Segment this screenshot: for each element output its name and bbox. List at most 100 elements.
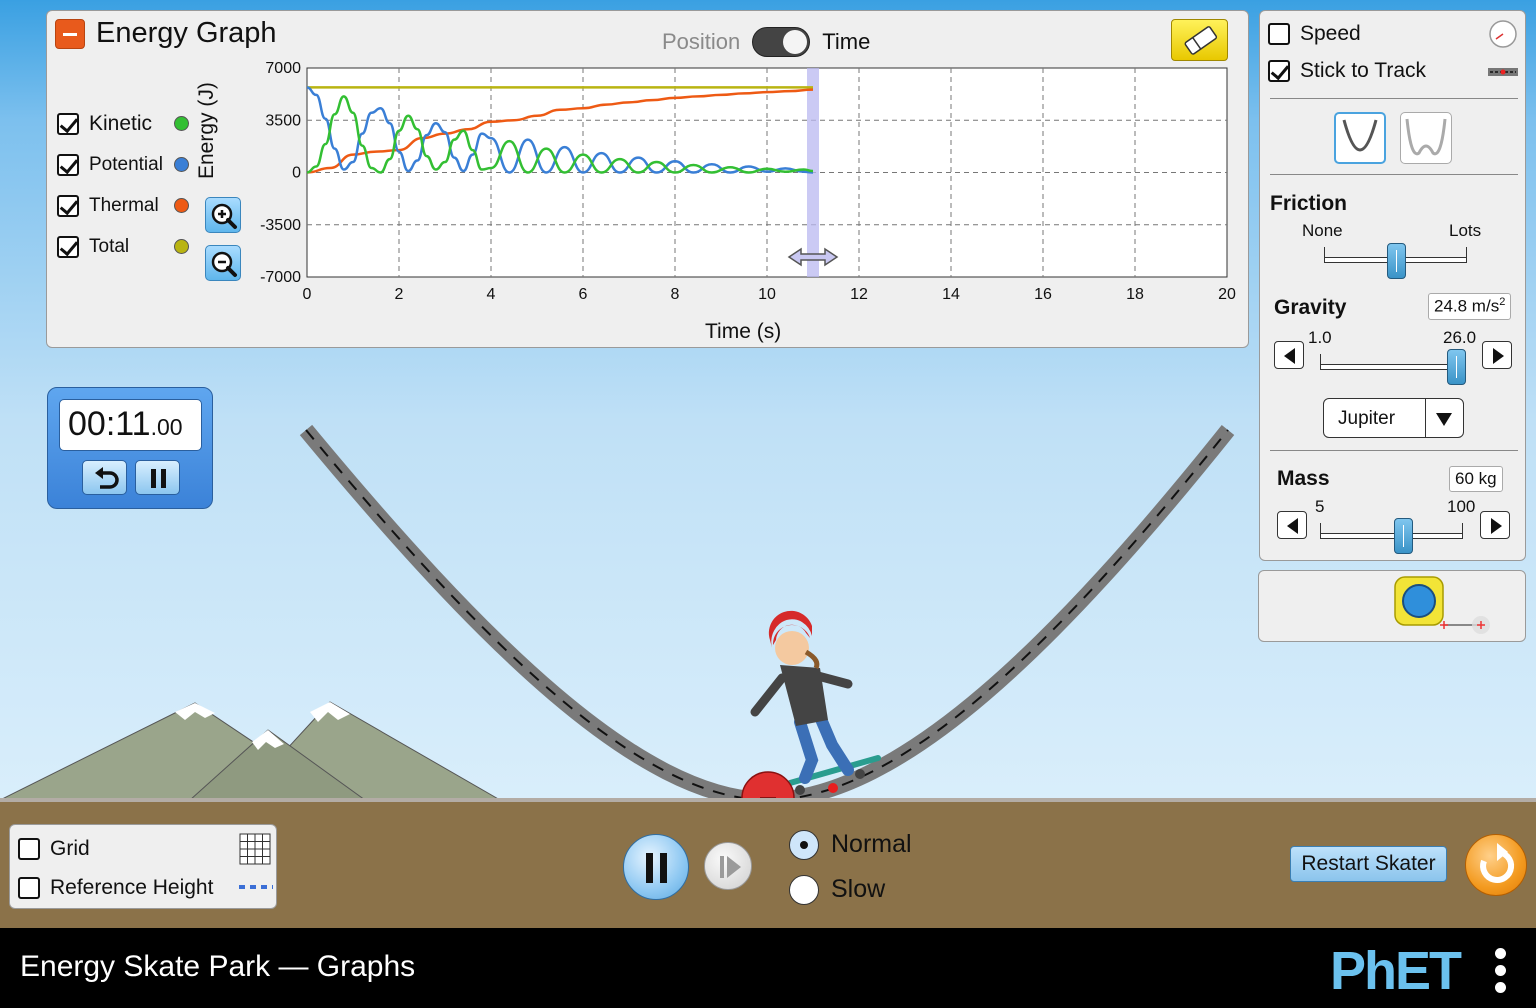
x-tick-label: 12 <box>850 286 868 303</box>
slider-tick <box>1320 523 1321 537</box>
mass-decrease-button[interactable] <box>1277 511 1307 539</box>
collapse-graph-button[interactable] <box>55 19 85 49</box>
potential-checkbox[interactable] <box>57 153 79 176</box>
step-forward-button[interactable] <box>704 842 752 890</box>
mass-slider-track[interactable] <box>1320 533 1463 539</box>
measuring-tape-icon[interactable] <box>1389 573 1499 643</box>
clear-graph-button[interactable] <box>1171 19 1228 61</box>
menu-dot <box>1495 965 1506 976</box>
gravity-slider-track[interactable] <box>1320 364 1463 370</box>
slider-tick <box>1324 247 1325 261</box>
y-tick-label: -3500 <box>260 217 301 234</box>
reference-height-option[interactable]: Reference Height <box>18 876 213 900</box>
legend-item-kinetic[interactable]: Kinetic <box>57 103 189 144</box>
speed-slow-label: Slow <box>831 875 886 903</box>
speed-option[interactable]: Speed <box>1268 22 1361 46</box>
gravity-title: Gravity <box>1274 296 1347 319</box>
speedometer-icon <box>1489 20 1517 48</box>
planet-combo-box[interactable]: Jupiter <box>1323 398 1464 438</box>
dashed-line-icon <box>239 885 273 889</box>
grid-icon <box>239 833 271 865</box>
legend-label-total: Total <box>89 235 130 257</box>
thermal-checkbox[interactable] <box>57 194 79 217</box>
chevron-down-icon <box>1436 413 1452 426</box>
x-tick-label: 14 <box>942 286 960 303</box>
grid-option[interactable]: Grid <box>18 837 90 861</box>
parabola-track-button[interactable] <box>1334 112 1386 164</box>
restart-skater-button[interactable]: Restart Skater <box>1290 846 1447 882</box>
legend-item-thermal[interactable]: Thermal <box>57 185 189 226</box>
view-options-panel: Grid Reference Height <box>9 824 277 909</box>
mass-max-label: 100 <box>1447 497 1476 516</box>
separator <box>1270 174 1518 175</box>
slider-tick <box>1320 354 1321 368</box>
stopwatch-reset-button[interactable] <box>82 460 127 495</box>
speed-slow-radio[interactable] <box>789 875 819 905</box>
gravity-decrease-button[interactable] <box>1274 341 1304 369</box>
gravity-increase-button[interactable] <box>1482 341 1512 369</box>
y-tick-label: 3500 <box>265 112 301 129</box>
y-tick-label: 7000 <box>265 60 301 77</box>
phet-menu-button[interactable] <box>1495 948 1509 994</box>
skater-center-marker <box>828 783 838 793</box>
stick-to-track-checkbox[interactable] <box>1268 60 1290 82</box>
step-forward-icon <box>720 856 741 878</box>
double-well-track-button[interactable] <box>1400 112 1452 164</box>
toggle-position-label: Position <box>662 29 741 54</box>
slider-tick <box>1466 247 1467 261</box>
mass-slider-thumb[interactable] <box>1393 518 1413 554</box>
controls-panel: Speed Stick to Track Friction None Lots … <box>1259 10 1526 561</box>
position-time-toggle[interactable] <box>752 27 811 57</box>
measuring-tape-toolbox <box>1258 570 1526 642</box>
x-tick-label: 0 <box>303 286 312 303</box>
reset-all-button[interactable] <box>1465 834 1527 896</box>
friction-title: Friction <box>1270 192 1347 215</box>
skater[interactable] <box>750 610 881 795</box>
track-piece-icon <box>1488 68 1518 76</box>
arrow-right-icon <box>1491 518 1502 534</box>
gravity-readout-value: 24.8 m/s <box>1434 296 1500 316</box>
zoom-in-icon <box>211 203 237 229</box>
track[interactable] <box>299 424 1235 809</box>
energy-graph-panel: Energy Graph Position Time Kinetic Poten… <box>46 10 1249 348</box>
kinetic-color-dot <box>174 116 189 131</box>
pause-icon <box>151 469 166 488</box>
stopwatch-pause-button[interactable] <box>135 460 180 495</box>
gravity-slider-thumb[interactable] <box>1447 349 1467 385</box>
mass-increase-button[interactable] <box>1480 511 1510 539</box>
speed-normal-radio[interactable] <box>789 830 819 860</box>
reset-all-icon <box>1480 843 1515 883</box>
x-tick-label: 4 <box>487 286 496 303</box>
stick-to-track-option[interactable]: Stick to Track <box>1268 59 1426 83</box>
x-tick-label: 8 <box>671 286 680 303</box>
stopwatch[interactable]: 00:11.00 <box>47 387 213 509</box>
sim-scene: Energy Graph Position Time Kinetic Poten… <box>0 0 1536 1008</box>
planet-selected: Jupiter <box>1338 408 1396 429</box>
slider-tick <box>1462 523 1463 537</box>
zoom-out-button[interactable] <box>205 245 241 281</box>
potential-color-dot <box>174 157 189 172</box>
energy-chart: 0 2 4 6 8 10 12 14 16 18 20 7000 3500 0 -3500 -7000 <box>260 60 1236 303</box>
kinetic-checkbox[interactable] <box>57 112 79 135</box>
legend-item-potential[interactable]: Potential <box>57 144 189 185</box>
phet-logo[interactable]: PhET <box>1330 940 1462 1002</box>
legend-item-total[interactable]: Total <box>57 226 189 267</box>
total-checkbox[interactable] <box>57 235 79 258</box>
parabola-track-icon <box>1342 119 1378 152</box>
play-pause-button[interactable] <box>623 834 689 900</box>
speed-checkbox[interactable] <box>1268 23 1290 45</box>
reference-height-label: Reference Height <box>50 876 214 899</box>
mass-readout: 60 kg <box>1449 466 1503 492</box>
zoom-in-button[interactable] <box>205 197 241 233</box>
reference-height-checkbox[interactable] <box>18 877 40 899</box>
x-tick-label: 10 <box>758 286 776 303</box>
legend-label-kinetic: Kinetic <box>89 111 153 135</box>
menu-dot <box>1495 982 1506 993</box>
grid-label: Grid <box>50 837 90 860</box>
grid-checkbox[interactable] <box>18 838 40 860</box>
zoom-out-icon <box>211 251 237 277</box>
separator <box>1270 98 1518 99</box>
reset-arrow-icon <box>95 467 119 489</box>
legend-label-potential: Potential <box>89 153 163 175</box>
friction-slider-thumb[interactable] <box>1386 243 1406 279</box>
